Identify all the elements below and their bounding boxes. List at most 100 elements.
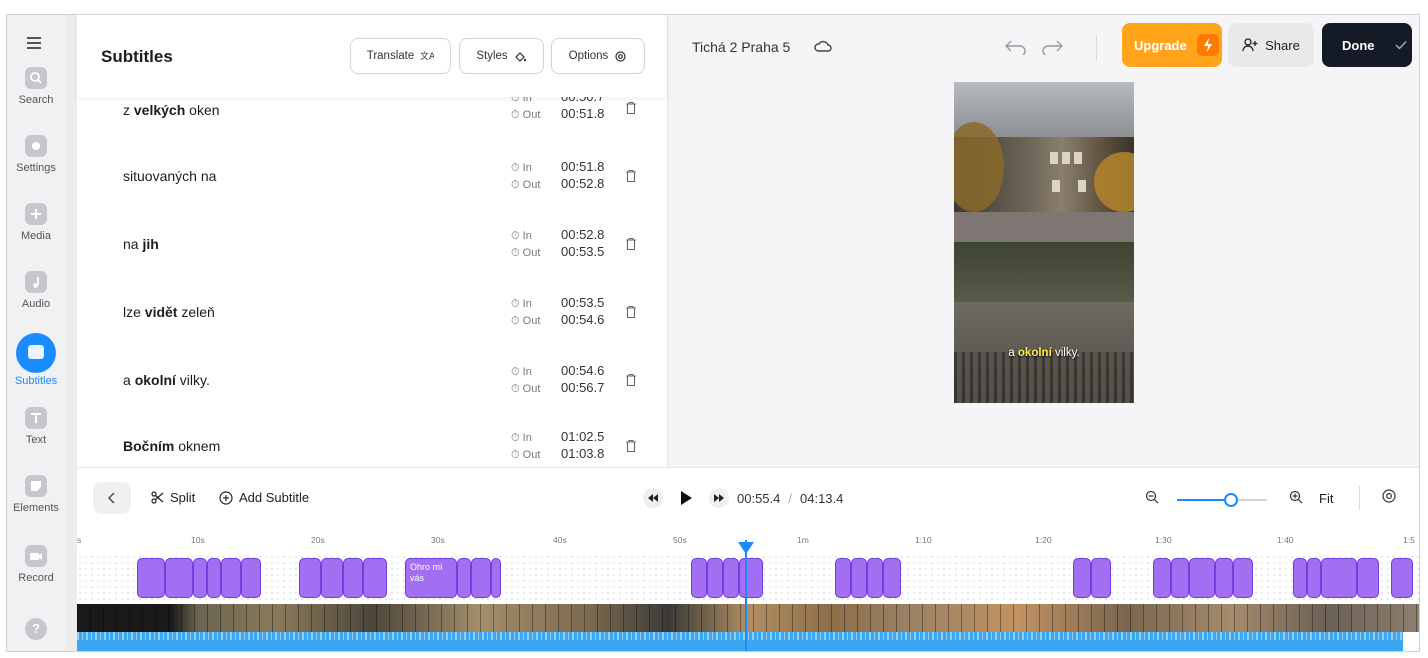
in-time[interactable]: 00:51.8 — [561, 159, 604, 175]
out-time[interactable]: 01:03.8 — [561, 446, 604, 462]
camera-icon — [25, 545, 47, 567]
subtitle-clip[interactable] — [1321, 558, 1357, 598]
subtitle-clip[interactable] — [1171, 558, 1189, 598]
sidebar-item-subtitles[interactable]: Subtitles — [7, 333, 65, 387]
subtitle-row[interactable]: situovaných na ⏱ In 00:51.8 ⏱ Out 00:52.8 — [77, 143, 667, 209]
sidebar-item-audio[interactable]: Audio — [7, 271, 65, 310]
subtitle-clip[interactable] — [491, 558, 501, 598]
gear-icon[interactable] — [1381, 488, 1397, 504]
split-button[interactable]: Split — [151, 490, 195, 505]
upgrade-label: Upgrade — [1134, 37, 1187, 53]
out-time[interactable]: 00:51.8 — [561, 106, 604, 122]
subtitle-clip[interactable] — [883, 558, 901, 598]
collapse-button[interactable] — [93, 482, 131, 514]
fit-button[interactable]: Fit — [1319, 491, 1333, 506]
subtitle-text[interactable]: na jih — [123, 236, 159, 252]
out-time[interactable]: 00:53.5 — [561, 244, 604, 260]
subtitle-clip[interactable]: Ohro mí vás — [405, 558, 457, 598]
zoom-slider[interactable] — [1177, 493, 1267, 507]
sidebar-item-search[interactable]: Search — [7, 67, 65, 106]
subtitle-clip[interactable] — [835, 558, 851, 598]
in-time[interactable]: 00:54.6 — [561, 363, 604, 379]
subtitle-clip[interactable] — [207, 558, 221, 598]
subtitle-clip[interactable] — [1215, 558, 1233, 598]
fast-forward-button[interactable] — [709, 488, 729, 508]
audio-waveform[interactable] — [77, 632, 1403, 651]
trash-icon[interactable] — [625, 439, 637, 453]
subtitle-clip[interactable] — [707, 558, 723, 598]
rewind-button[interactable] — [643, 488, 663, 508]
subtitle-clip[interactable] — [851, 558, 867, 598]
trash-icon[interactable] — [625, 101, 637, 115]
done-button[interactable]: Done — [1322, 23, 1412, 67]
add-subtitle-button[interactable]: Add Subtitle — [219, 490, 309, 505]
playhead[interactable] — [745, 540, 747, 651]
subtitle-clip[interactable] — [299, 558, 321, 598]
subtitle-clip[interactable] — [1293, 558, 1307, 598]
subtitle-text[interactable]: lze vidět zeleň — [123, 304, 215, 320]
video-preview[interactable]: a okolní vilky. — [954, 82, 1134, 403]
sidebar-item-settings[interactable]: Settings — [7, 135, 65, 174]
subtitle-clip[interactable] — [1091, 558, 1111, 598]
play-button[interactable] — [673, 485, 699, 511]
share-button[interactable]: Share — [1228, 23, 1314, 67]
subtitle-clip[interactable] — [739, 558, 763, 598]
subtitle-clip[interactable] — [363, 558, 387, 598]
trash-icon[interactable] — [625, 373, 637, 387]
subtitle-clip[interactable] — [1073, 558, 1091, 598]
subtitle-track[interactable]: Ohro mí vás — [77, 554, 1419, 604]
subtitle-text[interactable]: a okolní vilky. — [123, 372, 210, 388]
subtitle-clip[interactable] — [137, 558, 165, 598]
menu-icon[interactable] — [27, 37, 41, 49]
video-track-thumbnails[interactable] — [77, 604, 1419, 632]
zoom-slider-handle[interactable] — [1224, 493, 1238, 507]
redo-icon[interactable] — [1040, 37, 1064, 55]
out-time[interactable]: 00:52.8 — [561, 176, 604, 192]
subtitle-text[interactable]: situovaných na — [123, 168, 216, 184]
out-time[interactable]: 00:56.7 — [561, 380, 604, 396]
in-time[interactable]: 00:53.5 — [561, 295, 604, 311]
subtitle-clip[interactable] — [193, 558, 207, 598]
sidebar-item-media[interactable]: Media — [7, 203, 65, 242]
subtitle-clip[interactable] — [723, 558, 739, 598]
trash-icon[interactable] — [625, 169, 637, 183]
subtitle-clip[interactable] — [1233, 558, 1253, 598]
subtitle-clip[interactable] — [321, 558, 343, 598]
subtitle-row[interactable]: na jih ⏱ In 00:52.8 ⏱ Out 00:53.5 — [77, 211, 667, 277]
subtitle-clip[interactable] — [221, 558, 241, 598]
project-title[interactable]: Tichá 2 Praha 5 — [692, 39, 790, 55]
out-time[interactable]: 00:54.6 — [561, 312, 604, 328]
subtitle-clip[interactable] — [691, 558, 707, 598]
in-time[interactable]: 00:52.8 — [561, 227, 604, 243]
zoom-in-icon[interactable] — [1289, 490, 1303, 504]
subtitle-text[interactable]: Bočním oknem — [123, 438, 220, 454]
subtitle-text[interactable]: z velkých oken — [123, 102, 220, 118]
trash-icon[interactable] — [625, 237, 637, 251]
in-time[interactable]: 01:02.5 — [561, 429, 604, 445]
timeline-panel: Split Add Subtitle 00:55.4/04:13.4 Fit s… — [77, 467, 1419, 651]
subtitle-clip[interactable] — [1307, 558, 1321, 598]
styles-button[interactable]: Styles — [459, 38, 544, 74]
sidebar-item-elements[interactable]: Elements — [7, 475, 65, 514]
trash-icon[interactable] — [625, 305, 637, 319]
subtitle-clip[interactable] — [241, 558, 261, 598]
subtitle-clip[interactable] — [1189, 558, 1215, 598]
sidebar-item-text[interactable]: Text — [7, 407, 65, 446]
undo-icon[interactable] — [1004, 37, 1028, 55]
subtitle-clip[interactable] — [343, 558, 363, 598]
subtitle-row[interactable]: a okolní vilky. ⏱ In 00:54.6 ⏱ Out 00:56.7 — [77, 347, 667, 413]
subtitle-clip[interactable] — [165, 558, 193, 598]
subtitle-clip[interactable] — [471, 558, 491, 598]
subtitle-clip[interactable] — [867, 558, 883, 598]
options-button[interactable]: Options — [551, 38, 645, 74]
sidebar-item-record[interactable]: Record — [7, 545, 65, 584]
zoom-out-icon[interactable] — [1145, 490, 1159, 504]
upgrade-button[interactable]: Upgrade — [1122, 23, 1222, 67]
subtitle-clip[interactable] — [1357, 558, 1379, 598]
subtitle-clip[interactable] — [1391, 558, 1413, 598]
subtitle-clip[interactable] — [457, 558, 471, 598]
translate-button[interactable]: Translate 文A — [350, 38, 451, 74]
subtitle-row[interactable]: lze vidět zeleň ⏱ In 00:53.5 ⏱ Out 00:54.6 — [77, 279, 667, 345]
help-icon[interactable]: ? — [25, 618, 47, 640]
subtitle-clip[interactable] — [1153, 558, 1171, 598]
